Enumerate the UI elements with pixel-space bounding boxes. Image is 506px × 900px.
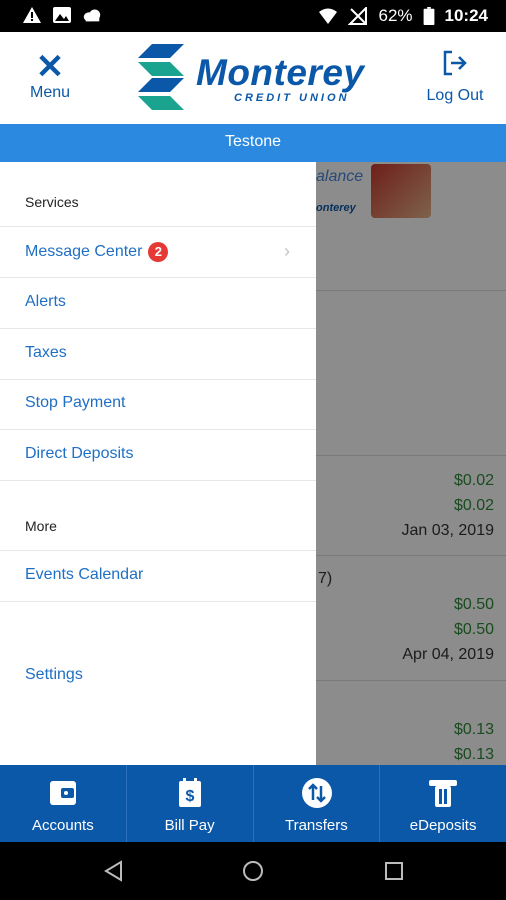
recent-apps-icon[interactable] xyxy=(383,860,405,882)
drawer-item-label: Stop Payment xyxy=(25,394,126,411)
no-signal-icon xyxy=(348,7,368,25)
user-name-bar: Testone xyxy=(0,124,506,162)
drawer-item-label: Settings xyxy=(25,666,83,683)
warning-icon xyxy=(23,7,41,23)
logout-button[interactable]: Log Out xyxy=(422,50,488,105)
tab-label: eDeposits xyxy=(409,817,477,834)
status-bar: 62% 10:24 xyxy=(0,0,506,32)
drawer-item-events-calendar[interactable]: Events Calendar xyxy=(0,551,316,602)
drawer-item-message-center[interactable]: Message Center 2 › xyxy=(0,227,316,278)
app-header: ✕ Menu Monterey CREDIT UNION Log Out xyxy=(0,32,506,124)
chevron-right-icon: › xyxy=(284,241,290,261)
menu-button[interactable]: ✕ Menu xyxy=(22,48,78,102)
bill-icon: $ xyxy=(178,778,201,807)
drawer-item-label: Taxes xyxy=(25,344,67,361)
drawer-item-direct-deposits[interactable]: Direct Deposits xyxy=(0,430,316,481)
tab-label: Accounts xyxy=(32,817,94,834)
drawer-item-label: Direct Deposits xyxy=(25,445,134,462)
menu-label: Menu xyxy=(29,84,71,101)
tab-edeposits[interactable]: eDeposits xyxy=(380,765,506,842)
logout-icon xyxy=(443,50,467,76)
wallet-icon xyxy=(50,781,76,805)
navigation-drawer: Services Message Center 2 › Alerts Taxes … xyxy=(0,162,316,765)
transfer-icon xyxy=(301,778,332,808)
tab-bill-pay[interactable]: $ Bill Pay xyxy=(127,765,254,842)
cloud-icon xyxy=(83,9,101,22)
battery-icon xyxy=(423,7,434,25)
drawer-item-label: Events Calendar xyxy=(25,566,144,583)
monterey-logo: Monterey CREDIT UNION xyxy=(132,42,382,112)
battery-percent: 62% xyxy=(378,6,413,25)
bottom-tab-bar: Accounts $ Bill Pay Transfers eDeposits xyxy=(0,765,506,842)
image-icon xyxy=(53,7,71,23)
tab-label: Bill Pay xyxy=(164,817,215,834)
drawer-item-alerts[interactable]: Alerts xyxy=(0,278,316,329)
check-deposit-icon xyxy=(429,780,458,807)
tab-label: Transfers xyxy=(284,817,348,834)
drawer-item-stop-payment[interactable]: Stop Payment xyxy=(0,379,316,430)
logo-mark-icon xyxy=(138,44,184,110)
drawer-item-label: Message Center xyxy=(25,243,143,261)
system-nav-bar xyxy=(0,842,506,900)
svg-text:$: $ xyxy=(185,788,194,805)
drawer-scrim[interactable] xyxy=(316,162,506,765)
logo-subtitle: CREDIT UNION xyxy=(234,92,350,104)
wifi-icon xyxy=(319,8,338,24)
home-icon[interactable] xyxy=(242,860,264,882)
logo-wordmark: Monterey xyxy=(196,52,365,93)
tab-transfers[interactable]: Transfers xyxy=(254,765,381,842)
close-icon: ✕ xyxy=(35,48,65,86)
unread-count-badge: 2 xyxy=(148,242,169,262)
back-icon[interactable] xyxy=(103,860,125,882)
more-heading: More xyxy=(25,518,57,534)
drawer-item-taxes[interactable]: Taxes xyxy=(0,329,316,380)
clock-time: 10:24 xyxy=(444,6,488,25)
drawer-item-settings[interactable]: Settings xyxy=(0,651,316,701)
services-heading: Services xyxy=(25,194,79,210)
drawer-item-label: Alerts xyxy=(25,293,66,310)
tab-accounts[interactable]: Accounts xyxy=(0,765,127,842)
logout-label: Log Out xyxy=(426,87,484,104)
